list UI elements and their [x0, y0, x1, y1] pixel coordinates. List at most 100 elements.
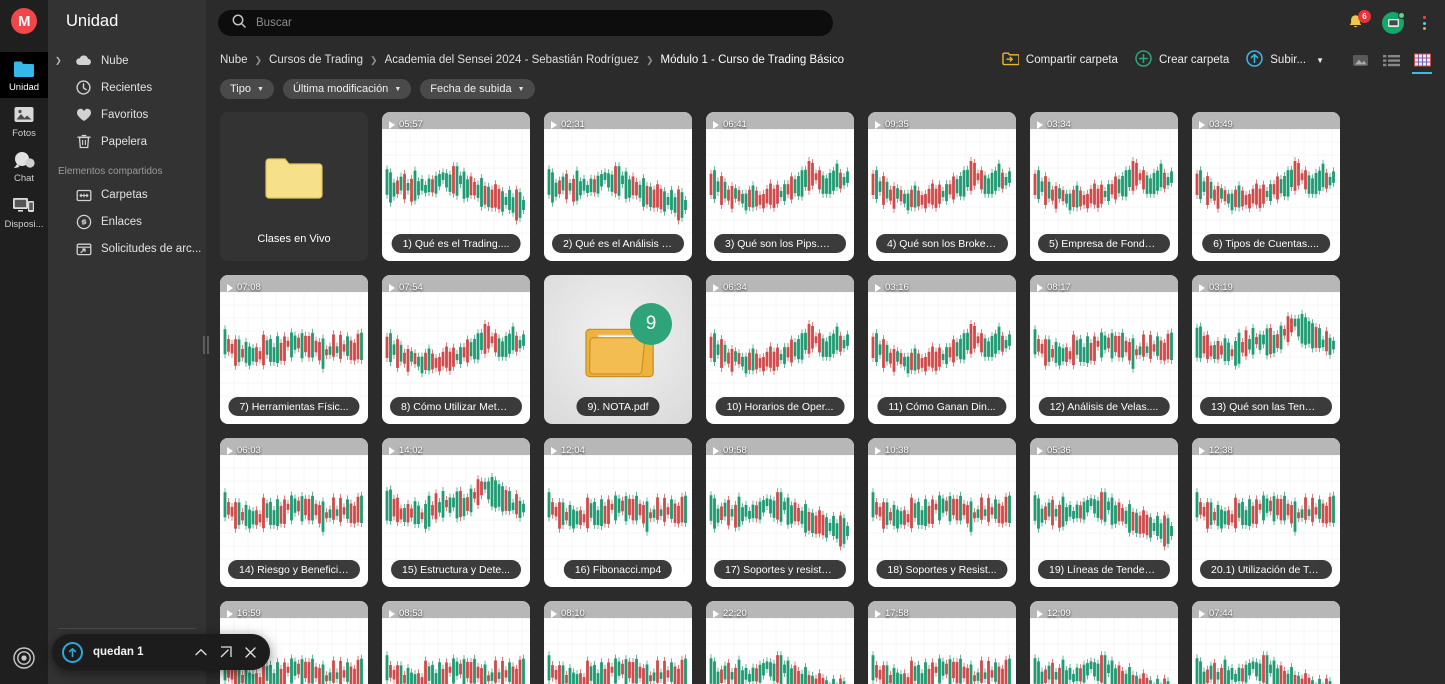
file-name: 1) Qué es el Trading....	[391, 234, 521, 253]
file-name: 18) Soportes y Resist...	[876, 560, 1008, 579]
rail-item-dispositivos[interactable]: Disposi...	[0, 189, 48, 235]
duration-text: 07:44	[1209, 608, 1233, 619]
kebab-menu-icon[interactable]	[1420, 13, 1429, 33]
file-card[interactable]: 9 9). NOTA.pdf	[544, 275, 692, 424]
sidebar-item-papelera[interactable]: Papelera	[48, 128, 206, 155]
duration-text: 03:16	[885, 282, 909, 293]
file-card[interactable]: 10:38 18) Soportes y Resist...	[868, 438, 1016, 587]
file-card[interactable]: 22:20	[706, 601, 854, 684]
video-duration: 12:04	[551, 445, 585, 456]
sidebar-item-favoritos[interactable]: Favoritos	[48, 101, 206, 128]
chevron-up-icon[interactable]	[195, 648, 207, 657]
play-icon	[227, 283, 233, 292]
video-duration: 22:20	[713, 608, 747, 619]
file-card[interactable]: 07:44	[1192, 601, 1340, 684]
file-card[interactable]: 12:04 16) Fibonacci.mp4	[544, 438, 692, 587]
sidebar-label-nube: Nube	[101, 54, 129, 67]
breadcrumb-item-1[interactable]: Cursos de Trading	[269, 54, 363, 66]
expand-icon[interactable]	[220, 646, 232, 658]
filter-chip-ultima-modificacion[interactable]: Última modificación ▼	[282, 79, 412, 99]
list-view-toggle[interactable]	[1382, 51, 1400, 69]
file-card[interactable]: 08:10	[544, 601, 692, 684]
file-name: 12) Análisis de Velas....	[1038, 397, 1170, 416]
file-grid-wrapper[interactable]: Clases en Vivo 05:57 1) Qué es el Trading…	[206, 104, 1445, 684]
notifications-button[interactable]: 6	[1346, 10, 1371, 33]
file-card[interactable]: 06:34 10) Horarios de Oper...	[706, 275, 854, 424]
play-icon	[389, 609, 395, 618]
sidebar-label-carpetas: Carpetas	[101, 188, 148, 201]
file-card[interactable]: 09:58 17) Soportes y resiste...	[706, 438, 854, 587]
mega-logo[interactable]: M	[11, 8, 37, 34]
file-card[interactable]: 09:35 4) Qué son los Broker...	[868, 112, 1016, 261]
avatar[interactable]	[1382, 12, 1405, 34]
online-status-dot	[1398, 12, 1405, 19]
file-card[interactable]: 05:57 1) Qué es el Trading....	[382, 112, 530, 261]
upload-button[interactable]: Subir... ▼	[1246, 50, 1324, 70]
cloud-icon	[75, 52, 92, 69]
play-icon	[227, 446, 233, 455]
breadcrumb-item-3[interactable]: Módulo 1 - Curso de Trading Básico	[661, 54, 844, 66]
breadcrumb-item-2[interactable]: Academia del Sensei 2024 - Sebastián Rod…	[385, 54, 639, 66]
file-card[interactable]: 03:49 6) Tipos de Cuentas....	[1192, 112, 1340, 261]
file-card[interactable]: 06:03 14) Riesgo y Beneficio...	[220, 438, 368, 587]
folder-actions: Compartir carpeta Crear carpeta Subir...…	[1002, 50, 1432, 74]
sidebar-item-enlaces[interactable]: Enlaces	[48, 208, 206, 235]
chevron-down-icon: ▼	[394, 85, 402, 93]
pdf-page-badge: 9	[630, 303, 672, 345]
file-card[interactable]: Clases en Vivo	[220, 112, 368, 261]
sidebar-resize-handle[interactable]	[199, 332, 213, 358]
media-view-toggle[interactable]	[1351, 51, 1369, 69]
file-card[interactable]: 08:53	[382, 601, 530, 684]
grid-view-toggle[interactable]	[1412, 51, 1432, 74]
file-card[interactable]: 08:17 12) Análisis de Velas....	[1030, 275, 1178, 424]
file-card[interactable]: 05:36 19) Líneas de Tenden...	[1030, 438, 1178, 587]
breadcrumb-item-0[interactable]: Nube	[220, 54, 248, 66]
video-duration: 17:58	[875, 608, 909, 619]
sidebar-item-recientes[interactable]: Recientes	[48, 74, 206, 101]
play-icon	[551, 446, 557, 455]
play-icon	[1037, 283, 1043, 292]
share-folder-label: Compartir carpeta	[1025, 54, 1118, 66]
duration-text: 12:38	[1209, 445, 1233, 456]
rail-item-fotos[interactable]: Fotos	[0, 98, 48, 144]
file-card[interactable]: 17:58	[868, 601, 1016, 684]
create-folder-button[interactable]: Crear carpeta	[1135, 50, 1229, 70]
view-toggles	[1351, 51, 1432, 74]
file-card[interactable]: 12:38 20.1) Utilización de Te...	[1192, 438, 1340, 587]
file-card[interactable]: 02:31 2) Qué es el Análisis T...	[544, 112, 692, 261]
top-right-actions: 6	[1346, 10, 1433, 34]
duration-text: 05:57	[399, 119, 423, 130]
filter-chip-tipo[interactable]: Tipo ▼	[220, 79, 274, 99]
chevron-down-icon: ▼	[517, 85, 525, 93]
duration-text: 22:20	[723, 608, 747, 619]
chevron-down-icon[interactable]: ▼	[1316, 56, 1324, 65]
sidebar-item-carpetas[interactable]: Carpetas	[48, 181, 206, 208]
share-folder-button[interactable]: Compartir carpeta	[1002, 51, 1118, 69]
video-duration: 14:02	[389, 445, 423, 456]
file-card[interactable]: 03:16 11) Cómo Ganan Din...	[868, 275, 1016, 424]
file-card[interactable]: 06:41 3) Qué son los Pips.m...	[706, 112, 854, 261]
rail-item-unidad[interactable]: Unidad	[0, 52, 48, 98]
file-card[interactable]: 07:08 7) Herramientas Físic...	[220, 275, 368, 424]
sidebar-item-solicitudes[interactable]: Solicitudes de arc...	[48, 235, 206, 262]
close-icon[interactable]	[245, 646, 256, 658]
file-card[interactable]: 03:34 5) Empresa de Fonde...	[1030, 112, 1178, 261]
sidebar-item-nube[interactable]: ❯ Nube	[48, 47, 206, 74]
file-card[interactable]: 03:19 13) Qué son las Tende...	[1192, 275, 1340, 424]
search-input[interactable]	[256, 17, 819, 29]
app-root: M Unidad Fotos Chat Disposi... Unidad ❯ …	[0, 0, 1445, 684]
duration-text: 08:53	[399, 608, 423, 619]
search-bar[interactable]	[218, 10, 833, 36]
rail-item-settings[interactable]	[0, 641, 48, 674]
file-card[interactable]: 12:09	[1030, 601, 1178, 684]
upload-toast[interactable]: quedan 1	[52, 634, 270, 670]
file-name: 13) Qué son las Tende...	[1200, 397, 1332, 416]
file-card[interactable]: 07:54 8) Cómo Utilizar Meta...	[382, 275, 530, 424]
duration-text: 06:03	[237, 445, 261, 456]
filter-chip-fecha-de-subida[interactable]: Fecha de subida ▼	[420, 79, 535, 99]
plus-circle-icon	[1135, 50, 1152, 70]
play-icon	[389, 446, 395, 455]
rail-item-chat[interactable]: Chat	[0, 143, 48, 189]
file-name: 3) Qué son los Pips.m...	[714, 234, 846, 253]
file-card[interactable]: 14:02 15) Estructura y Dete...	[382, 438, 530, 587]
